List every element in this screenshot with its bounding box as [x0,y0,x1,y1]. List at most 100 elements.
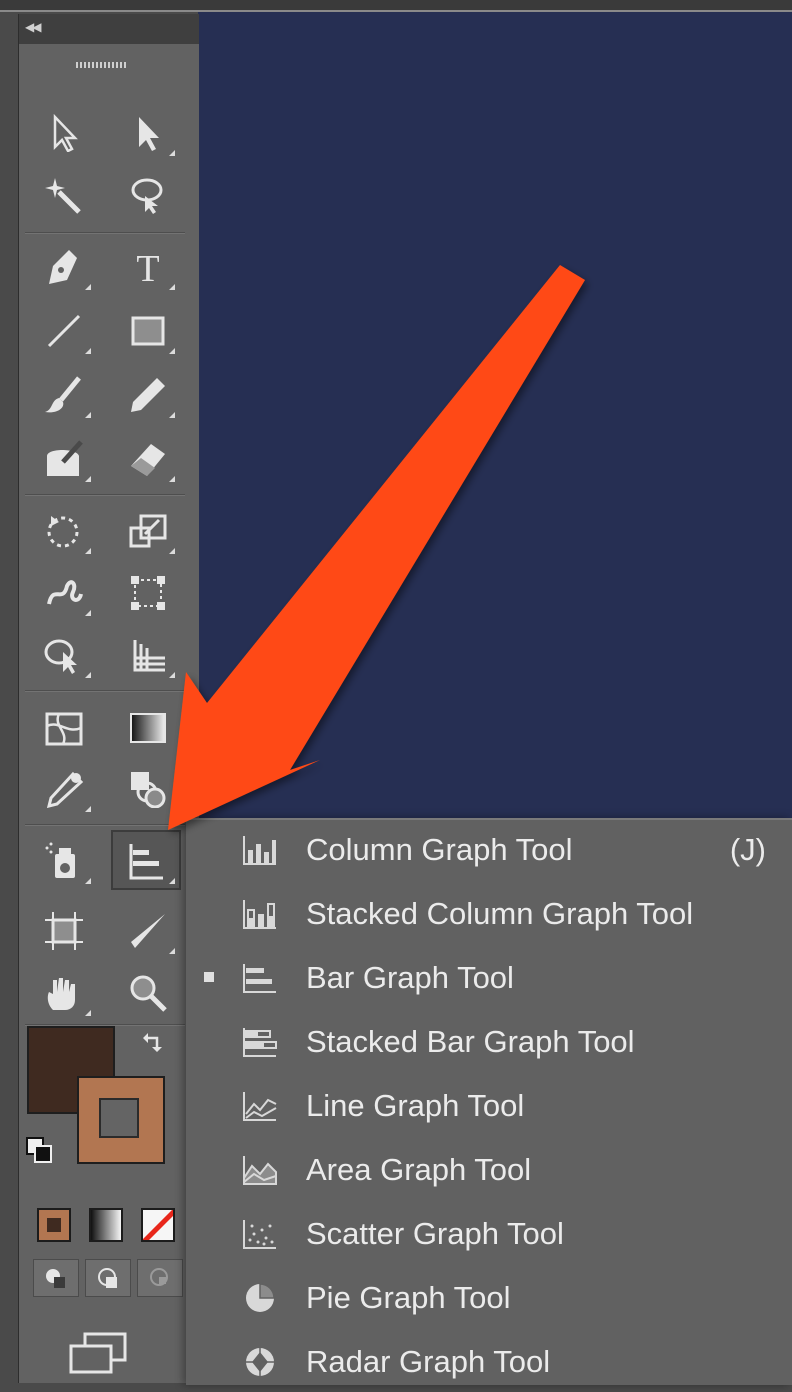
eyedropper-tool[interactable] [33,762,95,816]
svg-text:T: T [136,248,159,286]
perspective-grid-tool[interactable] [117,628,179,682]
scale-icon [129,514,167,548]
draw-normal-icon [46,1269,65,1288]
draw-inside-button[interactable] [137,1259,183,1297]
paintbrush-icon [45,376,81,413]
shape-builder-icon [44,639,77,674]
bar-graph-icon [243,964,276,993]
perspective-grid-icon [133,640,165,672]
grip-icon[interactable] [76,62,128,68]
gradient-icon [130,713,166,743]
blend-icon [131,772,166,808]
selection-tool[interactable] [33,106,95,160]
top-bar [0,0,792,12]
menu-item-pie-graph-tool[interactable]: Pie Graph Tool [186,1268,792,1328]
menu-item-scatter-graph-tool[interactable]: Scatter Graph Tool [186,1204,792,1264]
rotate-icon [47,516,79,548]
gradient-tool[interactable] [117,702,179,756]
color-mode-button[interactable] [37,1208,71,1242]
double-chevron-left-icon[interactable]: ◀◀ [25,20,42,34]
swap-fill-stroke-icon[interactable] [141,1030,167,1056]
lasso-icon [131,178,163,214]
line-segment-tool[interactable] [33,304,95,358]
hand-tool[interactable] [33,966,95,1020]
selection-arrow-icon [53,114,78,152]
bar-graph-tool[interactable] [111,830,181,890]
mesh-tool[interactable] [33,702,95,756]
menu-item-label: Stacked Column Graph Tool [306,896,694,931]
menu-item-line-graph-tool[interactable]: Line Graph Tool [186,1076,792,1136]
graph-tools-flyout-menu: Column Graph Tool (J) Stacked Column Gra… [186,818,792,1385]
warp-tool[interactable] [33,566,95,620]
tool-group-divider [25,232,185,234]
mesh-icon [45,712,83,746]
type-tool[interactable]: T [117,240,179,294]
pencil-tool[interactable] [117,368,179,422]
line-segment-icon [47,314,81,348]
pen-nib-icon [49,250,77,284]
blob-brush-tool[interactable] [33,432,95,486]
type-t-icon: T [136,248,159,286]
rectangle-icon [131,316,165,346]
pie-graph-icon [246,1283,275,1312]
menu-item-label: Line Graph Tool [306,1088,525,1123]
direct-selection-tool[interactable] [117,106,179,160]
menu-item-area-graph-tool[interactable]: Area Graph Tool [186,1140,792,1200]
menu-item-label: Radar Graph Tool [306,1344,551,1379]
slice-tool[interactable] [117,904,179,958]
eraser-tool[interactable] [117,432,179,486]
rectangle-tool[interactable] [117,304,179,358]
menu-item-shortcut: (J) [729,832,766,867]
lasso-tool[interactable] [117,168,179,222]
shape-builder-tool[interactable] [33,628,95,682]
tool-group-divider [25,824,185,826]
tools-panel: ◀◀ T [18,14,199,1383]
menu-item-radar-graph-tool[interactable]: Radar Graph Tool [186,1332,792,1392]
draw-behind-button[interactable] [85,1259,131,1297]
tools-panel-header: ◀◀ [19,14,199,44]
stacked-bar-graph-icon [243,1028,277,1057]
blend-tool[interactable] [117,762,179,816]
magic-wand-icon [45,178,81,214]
menu-item-stacked-bar-graph-tool[interactable]: Stacked Bar Graph Tool [186,1012,792,1072]
zoom-tool[interactable] [117,966,179,1020]
warp-icon [47,580,83,605]
screen-mode-icon[interactable] [67,1332,131,1376]
symbol-sprayer-icon [45,842,75,878]
gradient-mode-button[interactable] [89,1208,123,1242]
pen-tool[interactable] [33,240,95,294]
tool-group-divider [25,690,185,692]
menu-item-label: Column Graph Tool [306,832,573,867]
stacked-column-graph-icon [243,900,276,929]
pencil-icon [131,378,165,412]
free-transform-tool[interactable] [117,566,179,620]
default-fill-stroke-icon[interactable] [25,1136,53,1164]
menu-item-bar-graph-tool[interactable]: Bar Graph Tool [186,948,792,1008]
menu-item-label: Bar Graph Tool [306,960,514,995]
current-tool-indicator [204,972,214,982]
menu-item-label: Pie Graph Tool [306,1280,511,1315]
symbol-sprayer-tool[interactable] [33,834,95,888]
magic-wand-tool[interactable] [33,168,95,222]
none-mode-button[interactable] [141,1208,175,1242]
blob-brush-icon [47,440,83,476]
draw-inside-icon [150,1268,168,1286]
draw-behind-icon [98,1268,117,1288]
menu-item-label: Scatter Graph Tool [306,1216,564,1251]
menu-item-stacked-column-graph-tool[interactable]: Stacked Column Graph Tool [186,884,792,944]
stroke-color-swatch[interactable] [77,1076,165,1164]
paintbrush-tool[interactable] [33,368,95,422]
draw-normal-button[interactable] [33,1259,79,1297]
artboard-tool[interactable] [33,904,95,958]
radar-graph-icon [246,1348,274,1376]
direct-selection-arrow-icon [139,117,159,151]
scale-tool[interactable] [117,504,179,558]
menu-item-column-graph-tool[interactable]: Column Graph Tool (J) [186,820,792,880]
scatter-graph-icon [243,1220,276,1249]
artboard-icon [45,912,83,950]
slice-knife-icon [131,914,165,948]
column-graph-icon [243,836,276,865]
eraser-icon [131,444,165,476]
rotate-tool[interactable] [33,504,95,558]
free-transform-icon [131,576,165,610]
